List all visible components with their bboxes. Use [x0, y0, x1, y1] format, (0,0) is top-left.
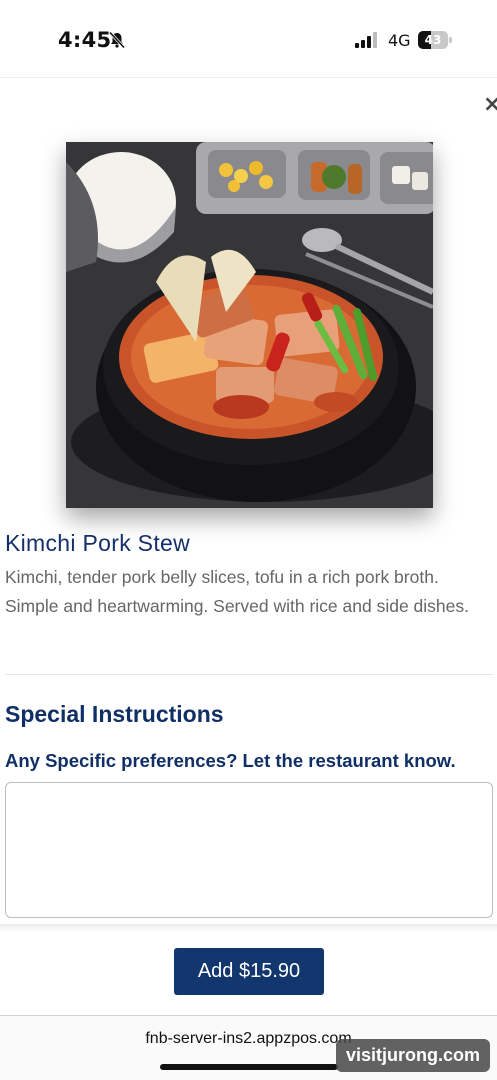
home-indicator[interactable] [160, 1064, 338, 1070]
battery-level: 43 [424, 33, 442, 47]
bell-muted-icon [108, 31, 126, 49]
status-bar: 4:45 4G 43 [0, 0, 497, 78]
special-instructions-heading: Special Instructions [5, 701, 224, 727]
item-title: Kimchi Pork Stew [5, 530, 191, 556]
footer-shadow [0, 924, 497, 932]
special-instructions-prompt: Any Specific preferences? Let the restau… [5, 750, 456, 771]
divider [5, 674, 493, 675]
status-time: 4:45 [58, 28, 112, 52]
signal-icon [355, 32, 381, 48]
battery-icon: 43 [418, 31, 452, 49]
item-description: Kimchi, tender pork belly slices, tofu i… [5, 567, 469, 616]
special-instructions-input[interactable] [5, 782, 493, 918]
close-icon[interactable]: × [483, 92, 497, 118]
dish-photo [66, 142, 433, 508]
add-to-cart-button[interactable]: Add $15.90 [174, 948, 324, 995]
network-type: 4G [388, 31, 411, 50]
watermark: visitjurong.com [336, 1039, 490, 1072]
